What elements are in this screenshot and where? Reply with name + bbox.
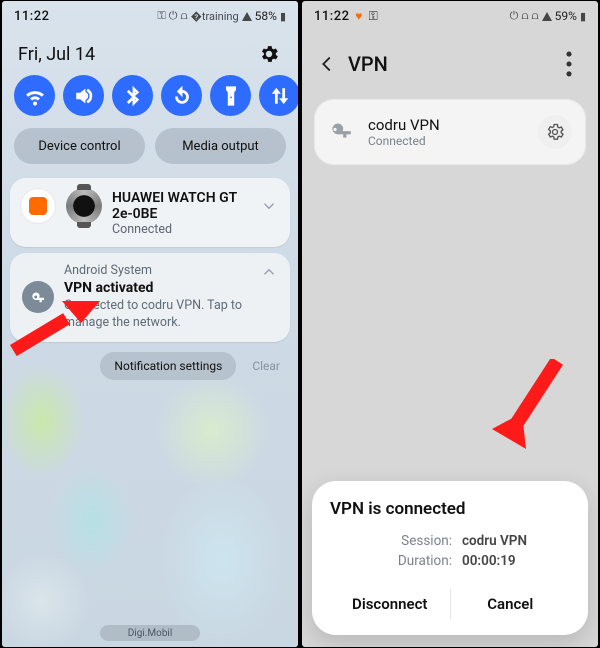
disconnect-button[interactable]: Disconnect — [330, 579, 450, 629]
sound-toggle[interactable] — [63, 75, 104, 116]
notif2-title: VPN activated — [64, 280, 250, 296]
battery-percent: 58% — [255, 9, 277, 23]
carrier-label: Digi.Mobil — [128, 628, 173, 639]
flashlight-toggle[interactable] — [210, 75, 251, 116]
session-value: codru VPN — [462, 533, 527, 549]
device-control-label: Device control — [38, 139, 120, 154]
annotation-arrow — [482, 359, 582, 459]
signal-icon — [542, 10, 552, 23]
wifi-icon — [24, 85, 46, 107]
volte-icon: ⩍ — [180, 9, 187, 23]
huawei-app-icon — [20, 188, 56, 224]
bluetooth-toggle[interactable] — [112, 75, 153, 116]
cancel-button[interactable]: Cancel — [451, 579, 571, 629]
status-icons: ⏻ ⩍ ⩍ 59% ▮ — [510, 9, 586, 23]
quick-settings-row — [2, 69, 298, 124]
clear-button[interactable]: Clear — [246, 352, 286, 380]
settings-button[interactable] — [256, 41, 282, 67]
duration-label: Duration: — [384, 553, 452, 569]
status-time: 11:22 — [314, 9, 349, 24]
battery-icon: ▮ — [280, 10, 286, 23]
chevron-left-icon — [316, 53, 338, 75]
vpn-key-icon — [328, 117, 354, 147]
status-time: 11:22 — [14, 9, 49, 24]
notification-vpn[interactable]: Android System VPN activated Connected t… — [10, 253, 290, 342]
status-left: 11:22 ♥ ⚿ — [314, 9, 378, 24]
gear-icon — [258, 43, 280, 65]
wifi-icon: ⩍ — [532, 9, 539, 23]
notification-settings-label: Notification settings — [114, 359, 222, 373]
notification-settings-button[interactable]: Notification settings — [100, 352, 236, 380]
battery-icon: ▮ — [580, 10, 586, 23]
signal-icon — [242, 10, 252, 23]
dialog-title: VPN is connected — [330, 499, 570, 519]
vpn-status: Connected — [368, 134, 524, 148]
volte-icon: ⩍ — [521, 9, 528, 23]
wifi-icon: �training — [191, 10, 239, 23]
clear-label: Clear — [252, 359, 280, 373]
vpn-settings-button[interactable] — [538, 115, 572, 149]
notif2-head: Android System — [64, 263, 250, 278]
android-system-icon — [22, 281, 54, 313]
wifi-toggle[interactable] — [14, 75, 55, 116]
vpn-dialog: VPN is connected Session: codru VPN Dura… — [312, 481, 588, 635]
sound-icon — [73, 85, 95, 107]
battery-percent: 59% — [555, 9, 577, 23]
page-title: VPN — [348, 52, 552, 76]
vpn-key-icon: ⚿ — [369, 9, 379, 23]
notif2-body: Connected to codru VPN. Tap to manage th… — [64, 298, 250, 332]
heart-icon: ♥ — [355, 9, 363, 23]
rotate-toggle[interactable] — [161, 75, 202, 116]
rotate-icon — [171, 85, 193, 107]
more-vertical-icon — [552, 47, 586, 81]
key-icon — [29, 288, 47, 306]
shade-date: Fri, Jul 14 — [18, 44, 95, 65]
flashlight-icon — [220, 85, 242, 107]
data-toggle[interactable] — [259, 75, 298, 116]
chevron-up-icon[interactable] — [260, 263, 278, 281]
notif1-title: HUAWEI WATCH GT 2e-0BE — [112, 190, 250, 222]
chevron-down-icon[interactable] — [260, 197, 278, 215]
nfc-icon: ⏻ — [169, 9, 178, 23]
duration-value: 00:00:19 — [462, 553, 516, 569]
device-control-button[interactable]: Device control — [14, 128, 145, 164]
session-label: Session: — [384, 533, 452, 549]
more-button[interactable] — [552, 47, 586, 81]
watch-image-icon — [66, 188, 102, 224]
media-output-button[interactable]: Media output — [155, 128, 286, 164]
status-bar: 11:22 ⚿ ⏻ ⩍ �training 58% ▮ — [2, 1, 298, 31]
status-icons: ⚿ ⏻ ⩍ �training 58% ▮ — [157, 9, 286, 23]
media-output-label: Media output — [182, 139, 259, 154]
notification-huawei[interactable]: HUAWEI WATCH GT 2e-0BE Connected — [10, 178, 290, 247]
notif1-subtitle: Connected — [112, 222, 278, 237]
updown-icon — [269, 85, 291, 107]
vpn-name: codru VPN — [368, 116, 524, 134]
vpn-key-icon: ⚿ — [157, 9, 165, 23]
vpn-item[interactable]: codru VPN Connected — [314, 99, 586, 165]
status-bar: 11:22 ♥ ⚿ ⏻ ⩍ ⩍ 59% ▮ — [302, 1, 598, 31]
bluetooth-icon — [122, 85, 144, 107]
back-button[interactable] — [310, 47, 344, 81]
gear-icon — [545, 122, 565, 142]
nfc-icon: ⏻ — [510, 9, 519, 23]
carrier-pill: Digi.Mobil — [100, 625, 200, 641]
cancel-label: Cancel — [487, 595, 533, 613]
disconnect-label: Disconnect — [352, 595, 427, 613]
